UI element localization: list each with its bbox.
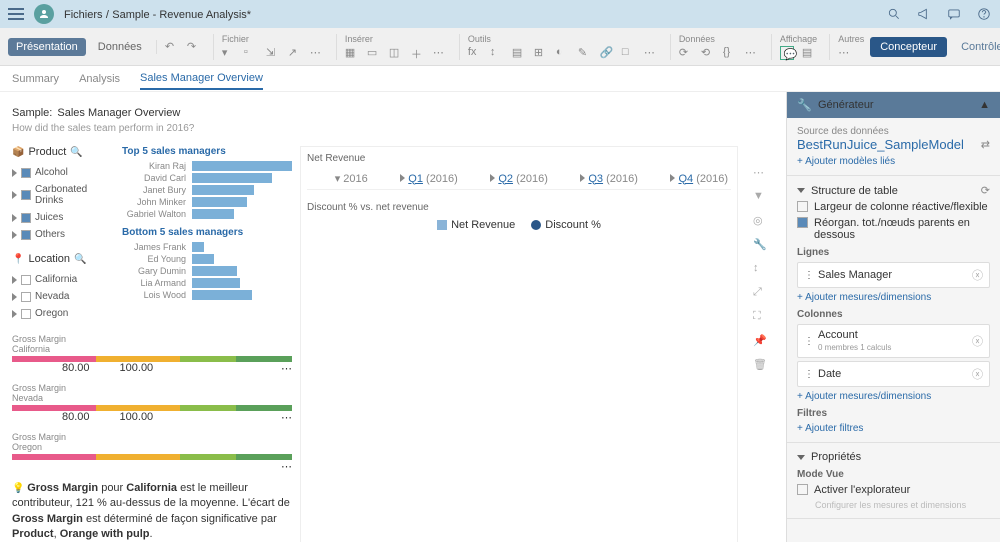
builder-panel: 🔧 Générateur▲ Source des données BestRun… — [786, 92, 1000, 542]
gm-item: Gross MarginNevada80.00100.00⋯ — [12, 383, 292, 424]
breadcrumb[interactable]: Fichiers / Sample - Revenue Analysis* — [64, 7, 251, 21]
tab-sales-manager[interactable]: Sales Manager Overview — [140, 68, 263, 90]
add-row-link[interactable]: + Ajouter mesures/dimensions — [797, 292, 990, 303]
props-section[interactable]: Propriétés — [797, 451, 990, 463]
chat-icon[interactable] — [946, 6, 962, 22]
target-icon[interactable]: ◎ — [753, 214, 767, 228]
bar-row[interactable]: Ed Young — [122, 254, 292, 264]
bar-row[interactable]: Lois Wood — [122, 290, 292, 300]
more-icon[interactable]: ⋯ — [753, 166, 767, 180]
undo-icon[interactable]: ↶ — [165, 40, 179, 54]
filters-label: Filtres — [797, 408, 990, 419]
bar-row[interactable]: John Minker — [122, 197, 292, 207]
bar-row[interactable]: Janet Bury — [122, 185, 292, 195]
datasource-label: Source des données — [797, 126, 990, 137]
gm-item: Gross MarginCalifornia80.00100.00⋯ — [12, 334, 292, 375]
bar-row[interactable]: Gary Dumin — [122, 266, 292, 276]
sort-icon[interactable]: ↕ — [753, 262, 767, 276]
search-icon[interactable] — [886, 6, 902, 22]
col-date-field[interactable]: ⋮ Dateⓧ — [797, 361, 990, 387]
group-file: Fichier — [222, 34, 324, 44]
menu-icon[interactable] — [8, 8, 24, 20]
page-title: Sample: Sales Manager Overview — [12, 100, 774, 121]
tab-analysis[interactable]: Analysis — [79, 69, 120, 89]
bot5-title: Bottom 5 sales managers — [122, 227, 292, 238]
reorg-check[interactable]: Réorgan. tot./nœuds parents en dessous — [797, 217, 990, 241]
group-other: Autres — [838, 34, 864, 44]
add-col-link[interactable]: + Ajouter mesures/dimensions — [797, 391, 990, 402]
gm-item: Gross MarginOregon⋯ — [12, 432, 292, 473]
bar-row[interactable]: James Frank — [122, 242, 292, 252]
responsive-width-check[interactable]: Largeur de colonne réactive/flexible — [797, 201, 990, 213]
tab-summary[interactable]: Summary — [12, 69, 59, 89]
structure-section[interactable]: Structure de table⟳ — [797, 184, 990, 197]
trash-icon[interactable]: 🗑 — [753, 358, 767, 372]
panel-header: 🔧 Générateur▲ — [787, 92, 1000, 118]
datasource-name[interactable]: BestRunJuice_SampleModel — [797, 137, 964, 152]
filter-item[interactable]: Alcohol — [12, 164, 118, 181]
bar-row[interactable]: Lia Armand — [122, 278, 292, 288]
revenue-table[interactable]: ▾ 2016 Q1 (2016) Q2 (2016) Q3 (2016) Q4 … — [307, 168, 731, 190]
bar-row[interactable]: David Carl — [122, 173, 292, 183]
group-view: Affichage — [780, 34, 817, 44]
top5-title: Top 5 sales managers — [122, 146, 292, 157]
page-subtitle: How did the sales team perform in 2016? — [12, 123, 774, 134]
table-title: Net Revenue — [307, 153, 731, 164]
presentation-tab[interactable]: Présentation — [8, 38, 86, 56]
filter-item[interactable]: Oregon — [12, 305, 118, 322]
comment-icon[interactable]: 💬 — [780, 46, 794, 60]
group-data: Données — [679, 34, 759, 44]
concepteur-button[interactable]: Concepteur — [870, 37, 947, 57]
expand-icon[interactable]: ⤢ — [753, 286, 767, 300]
help-icon[interactable] — [976, 6, 992, 22]
add-filter-link[interactable]: + Ajouter filtres — [797, 423, 990, 434]
controles-button[interactable]: Contrôles — [953, 37, 1000, 57]
redo-icon[interactable]: ↷ — [187, 40, 201, 54]
data-tab[interactable]: Données — [90, 38, 150, 56]
rows-label: Lignes — [797, 247, 990, 258]
ribbon: Présentation Données ↶↷ Fichier▾▫⇲↗⋯ Ins… — [0, 28, 1000, 66]
cols-label: Colonnes — [797, 309, 990, 320]
filter-product-header[interactable]: 📦 Product 🔍 — [12, 146, 118, 158]
filter-item[interactable]: Nevada — [12, 288, 118, 305]
group-insert: Insérer — [345, 34, 447, 44]
filter-item[interactable]: Carbonated Drinks — [12, 181, 118, 209]
viz-toolbar: ⋯ ▼ ◎ 🔧 ↕ ⤢ ⛶ 📌 🗑 — [746, 146, 774, 542]
explorer-check[interactable]: Activer l'explorateur — [797, 484, 990, 496]
col-account-field[interactable]: ⋮ Account0 membres 1 calculsⓧ — [797, 324, 990, 358]
filter-icon[interactable]: ▼ — [753, 190, 767, 204]
config-link: Configurer les mesures et dimensions — [815, 500, 990, 510]
insight-note: 💡 Gross Margin pour California est le me… — [12, 481, 292, 542]
mode-label: Mode Vue — [797, 469, 990, 480]
fullscreen-icon[interactable]: ⛶ — [753, 310, 767, 324]
remove-icon[interactable]: ⓧ — [972, 267, 983, 283]
bar-row[interactable]: Gabriel Walton — [122, 209, 292, 219]
announce-icon[interactable] — [916, 6, 932, 22]
chart-title: Discount % vs. net revenue — [307, 202, 731, 213]
title-bar: Fichiers / Sample - Revenue Analysis* — [0, 0, 1000, 28]
swap-icon[interactable]: ⇄ — [981, 138, 990, 151]
filter-item[interactable]: Others — [12, 226, 118, 243]
filter-location-header[interactable]: 📍 Location 🔍 — [12, 253, 118, 265]
filter-item[interactable]: Juices — [12, 209, 118, 226]
wrench-icon[interactable]: 🔧 — [753, 238, 767, 252]
add-model-link[interactable]: + Ajouter modèles liés — [797, 156, 990, 167]
chart-legend: Net RevenueDiscount % — [307, 219, 731, 231]
filter-item[interactable]: California — [12, 271, 118, 288]
pin-icon[interactable]: 📌 — [753, 334, 767, 348]
row-field[interactable]: ⋮ Sales Managerⓧ — [797, 262, 990, 288]
avatar[interactable] — [34, 4, 54, 24]
page-tabs: Summary Analysis Sales Manager Overview — [0, 66, 1000, 92]
group-tools: Outils — [468, 34, 658, 44]
bar-row[interactable]: Kiran Raj — [122, 161, 292, 171]
